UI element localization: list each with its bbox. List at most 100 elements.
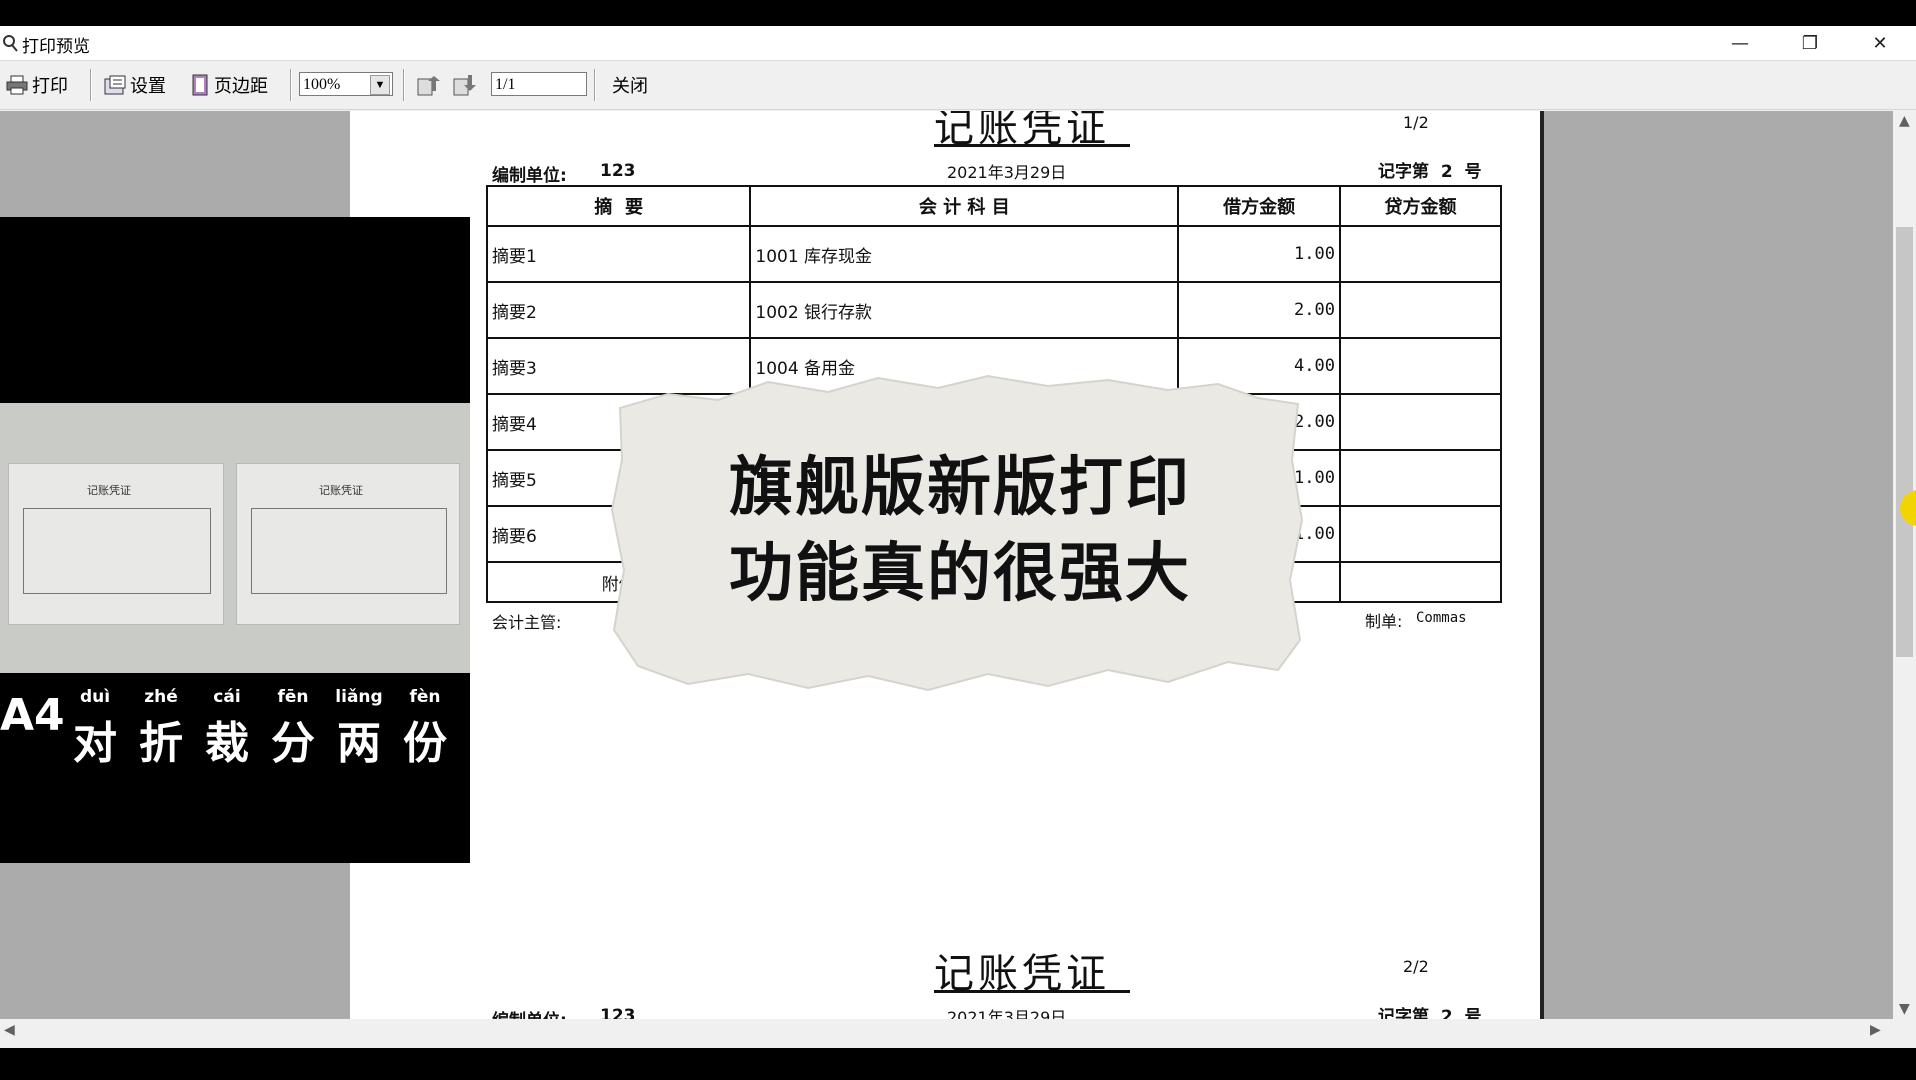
photo-paper-right: 记账凭证 xyxy=(236,463,460,625)
margins-label: 页边距 xyxy=(214,76,268,97)
toolbar-separator xyxy=(403,69,405,101)
vertical-scrollbar[interactable]: ▲ ▼ xyxy=(1893,111,1916,1019)
print-button[interactable]: 打印 xyxy=(6,69,68,101)
unit-value: 123 xyxy=(600,161,636,181)
title-bar: 打印预览 — ❐ ✕ xyxy=(0,26,1916,61)
settings-button[interactable]: 设置 xyxy=(104,69,166,101)
row-credit xyxy=(1339,337,1502,395)
voucher-number: 记字第 2 号 xyxy=(1378,1007,1482,1019)
caption-hanzi: 两 xyxy=(337,718,381,769)
caption-hanzi: 对 xyxy=(73,718,117,769)
page-number-field[interactable]: 1/1 xyxy=(491,72,587,96)
horizontal-scrollbar[interactable]: ◀ ▶ xyxy=(0,1020,1893,1042)
table-row: 摘要1 1001 库存现金 1.00 xyxy=(485,225,1502,283)
caption-pinyin: duì xyxy=(79,687,111,707)
total-credit-cell xyxy=(1339,561,1502,603)
scroll-right-icon[interactable]: ▶ xyxy=(1870,1022,1881,1038)
close-preview-button[interactable]: 关闭 xyxy=(612,69,648,101)
promo-banner-text: 旗舰版新版打印 功能真的很强大 xyxy=(680,445,1240,617)
prev-page-button[interactable] xyxy=(416,69,446,101)
toolbar-separator xyxy=(594,69,596,101)
caption-hanzi: 折 xyxy=(139,718,183,769)
caption-char: duì 对 xyxy=(66,687,124,771)
voucher-date: 2021年3月29日 xyxy=(947,1008,1067,1019)
inset-photo: 记账凭证 记账凭证 xyxy=(0,403,470,673)
close-label: 关闭 xyxy=(612,76,648,97)
row-account: 1002 银行存款 xyxy=(749,281,1180,339)
minimize-icon: — xyxy=(1731,32,1749,54)
row-credit xyxy=(1339,281,1502,339)
caption-pinyin: fēn xyxy=(277,687,309,707)
photo-title-left: 记账凭证 xyxy=(87,484,131,497)
maker-value: Commas xyxy=(1416,610,1467,626)
video-inset: 记账凭证 记账凭证 A4 duì 对 zhé 折 cái 裁 fēn 分 liǎ… xyxy=(0,217,470,863)
restore-icon: ❐ xyxy=(1801,32,1819,54)
caption-char: cái 裁 xyxy=(198,687,256,771)
page-indicator: 1/2 xyxy=(1403,113,1429,132)
photo-table-left xyxy=(23,508,211,594)
page-indicator: 2/2 xyxy=(1403,957,1429,976)
close-window-button[interactable]: ✕ xyxy=(1845,26,1915,60)
toolbar: 打印 设置 页边距 100% ▼ 1/1 关闭 xyxy=(0,61,1916,110)
zoom-value: 100% xyxy=(303,76,341,93)
banner-line-2: 功能真的很强大 xyxy=(729,536,1191,611)
photo-title-right: 记账凭证 xyxy=(319,484,363,497)
photo-paper-left: 记账凭证 xyxy=(8,463,224,625)
next-page-button[interactable] xyxy=(452,69,482,101)
vertical-scroll-thumb[interactable] xyxy=(1896,227,1913,657)
row-debit: 1.00 xyxy=(1177,225,1341,283)
table-row: 摘要2 1002 银行存款 2.00 xyxy=(485,281,1502,339)
minimize-button[interactable]: — xyxy=(1705,26,1775,60)
caption-hanzi: A4 xyxy=(0,690,65,741)
print-label: 打印 xyxy=(32,76,68,97)
header-account: 会 计 科 目 xyxy=(749,185,1180,227)
caption-char: fèn 份 xyxy=(396,687,454,771)
photo-table-right xyxy=(251,508,447,594)
caption-char: liǎng 两 xyxy=(330,687,388,771)
scroll-down-icon[interactable]: ▼ xyxy=(1899,1001,1910,1017)
voucher-date: 2021年3月29日 xyxy=(947,163,1067,182)
print-preview-icon xyxy=(3,35,18,52)
margins-icon xyxy=(192,74,208,96)
caption-char: A4 xyxy=(0,687,65,741)
row-account: 1001 库存现金 xyxy=(749,225,1180,283)
scroll-left-icon[interactable]: ◀ xyxy=(4,1022,15,1038)
restore-button[interactable]: ❐ xyxy=(1775,26,1845,60)
caption-hanzi: 分 xyxy=(271,718,315,769)
settings-label: 设置 xyxy=(130,76,166,97)
unit-label: 编制单位: xyxy=(492,166,567,186)
row-credit xyxy=(1339,225,1502,283)
row-credit xyxy=(1339,393,1502,451)
toolbar-separator xyxy=(290,69,292,101)
subtitle-caption: A4 duì 对 zhé 折 cái 裁 fēn 分 liǎng 两 fèn 份 xyxy=(0,687,470,769)
maker-label: 制单: xyxy=(1365,612,1403,631)
window-title: 打印预览 xyxy=(22,37,90,57)
settings-icon xyxy=(104,75,126,95)
unit-label: 编制单位: xyxy=(492,1006,567,1019)
caption-hanzi: 份 xyxy=(403,718,447,769)
caption-char: zhé 折 xyxy=(132,687,190,771)
row-summary: 摘要1 xyxy=(485,225,752,283)
page-number-value: 1/1 xyxy=(495,76,516,93)
toolbar-separator xyxy=(90,69,92,101)
banner-line-1: 旗舰版新版打印 xyxy=(729,450,1191,525)
margins-button[interactable]: 页边距 xyxy=(192,69,268,101)
table-header-row: 摘 要 会 计 科 目 借方金额 贷方金额 xyxy=(485,185,1502,227)
dropdown-arrow-icon[interactable]: ▼ xyxy=(370,75,390,95)
row-debit: 2.00 xyxy=(1177,281,1341,339)
caption-pinyin: fèn xyxy=(409,687,441,707)
next-page-icon xyxy=(453,75,476,96)
page-edge xyxy=(1540,111,1544,1019)
close-icon: ✕ xyxy=(1872,32,1888,54)
scroll-up-icon[interactable]: ▲ xyxy=(1899,113,1910,129)
printer-icon xyxy=(6,75,28,95)
voucher-number: 记字第 2 号 xyxy=(1378,162,1482,182)
zoom-select[interactable]: 100% ▼ xyxy=(299,72,393,96)
row-credit xyxy=(1339,505,1502,563)
caption-pinyin: cái xyxy=(213,687,241,707)
row-credit xyxy=(1339,449,1502,507)
caption-hanzi: 裁 xyxy=(205,718,249,769)
header-credit: 贷方金额 xyxy=(1339,185,1502,227)
row-summary: 摘要2 xyxy=(485,281,752,339)
supervisor-label: 会计主管: xyxy=(492,613,562,632)
